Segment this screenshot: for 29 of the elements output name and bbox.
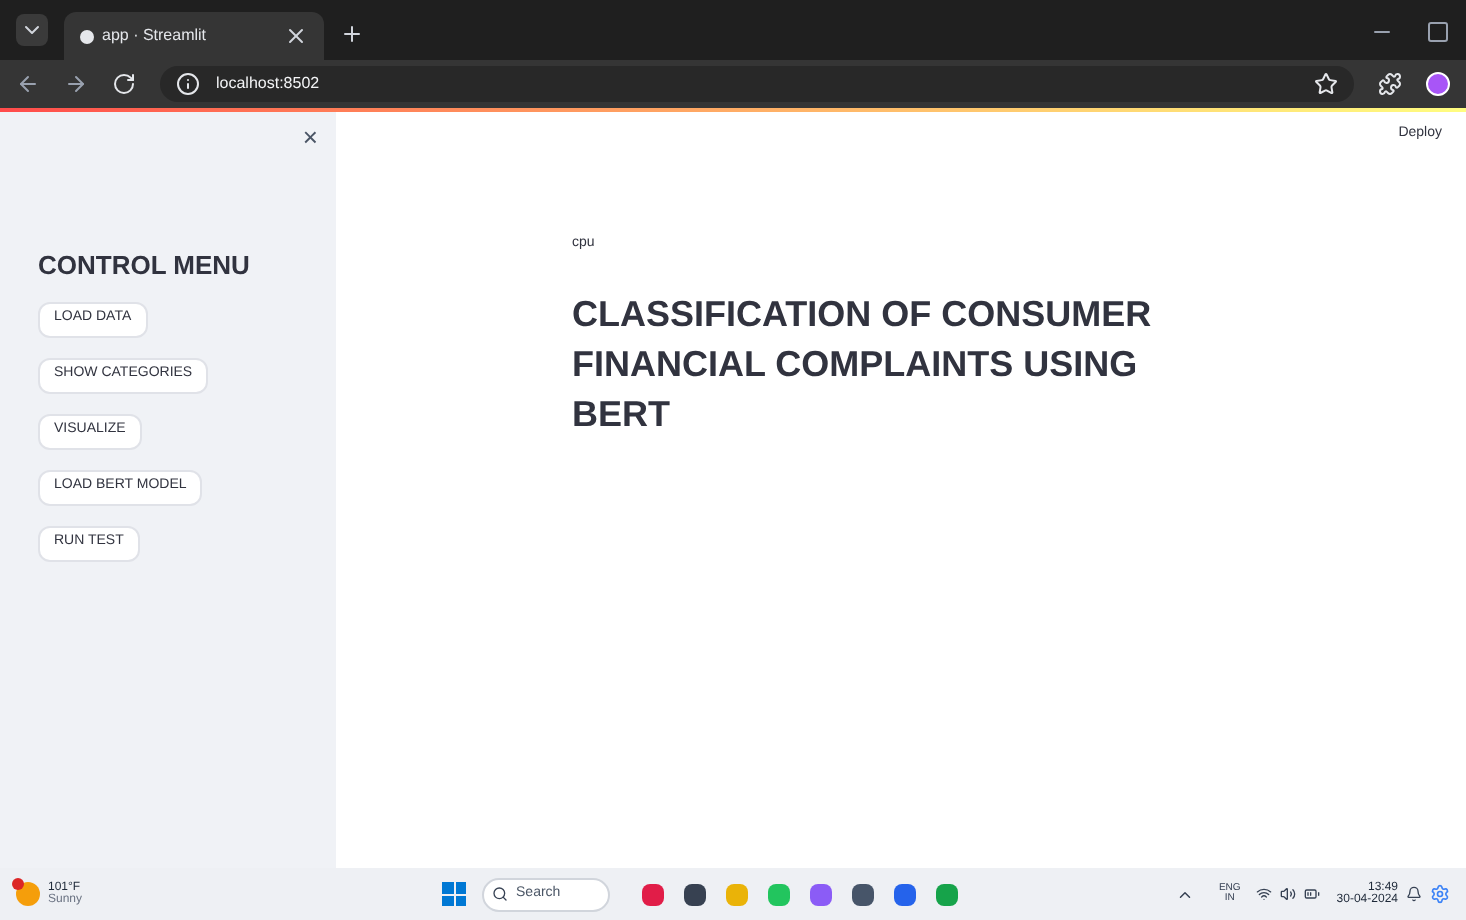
sidebar-heading: CONTROL MENU xyxy=(38,248,252,284)
search-icon xyxy=(492,886,509,902)
site-info-icon[interactable] xyxy=(176,72,200,96)
tab-favicon-icon xyxy=(80,29,94,43)
weather-icon[interactable] xyxy=(16,882,40,906)
maximize-icon[interactable] xyxy=(1426,20,1450,44)
notification-icon[interactable] xyxy=(1406,886,1422,902)
tab-list-icon[interactable] xyxy=(16,14,48,46)
extensions-icon[interactable] xyxy=(1378,72,1402,96)
close-sidebar-button[interactable]: × xyxy=(302,124,318,150)
battery-icon[interactable] xyxy=(1304,886,1321,902)
page-title: CLASSIFICATION OF CONSUMER FINANCIAL COMPLAINTS USING BERT xyxy=(572,292,1154,438)
forward-icon[interactable] xyxy=(64,72,88,96)
wifi-icon[interactable] xyxy=(1256,886,1273,902)
reload-icon[interactable] xyxy=(112,72,136,96)
taskbar-app-icon[interactable] xyxy=(642,883,665,905)
windows-start-icon[interactable] xyxy=(442,882,467,906)
address-bar[interactable]: localhost:8502 xyxy=(160,66,1354,102)
browser-tab[interactable]: app · Streamlit xyxy=(64,12,324,60)
profile-avatar[interactable] xyxy=(1426,72,1450,96)
close-icon[interactable] xyxy=(284,24,308,48)
back-icon[interactable] xyxy=(16,72,40,96)
bookmark-icon[interactable] xyxy=(1314,72,1338,96)
new-tab-icon[interactable] xyxy=(340,22,364,46)
tab-title: app · Streamlit xyxy=(102,24,209,48)
taskbar-app-icon[interactable] xyxy=(852,883,875,905)
volume-icon[interactable] xyxy=(1280,886,1297,902)
taskbar-app-icon[interactable] xyxy=(894,883,917,905)
taskbar-app-icon[interactable] xyxy=(684,883,707,905)
